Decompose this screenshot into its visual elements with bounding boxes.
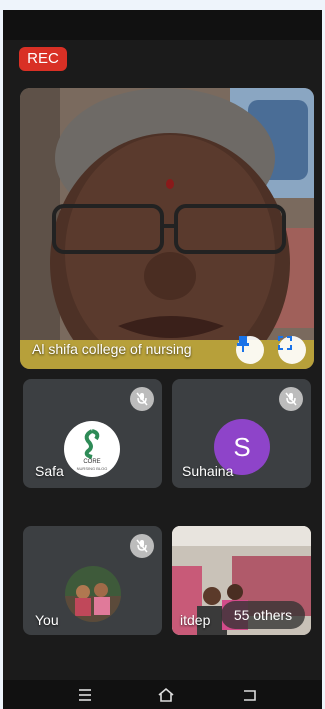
avatar: CORE NURSING BLOG: [64, 421, 120, 477]
main-video-tile[interactable]: Al shifa college of nursing: [20, 88, 314, 369]
participant-tile-safa[interactable]: CORE NURSING BLOG Safa: [23, 379, 162, 488]
recent-apps-icon[interactable]: [76, 686, 94, 704]
home-icon[interactable]: [157, 686, 175, 704]
fullscreen-icon: [278, 336, 292, 350]
back-icon[interactable]: [241, 686, 259, 704]
mute-indicator: [130, 534, 154, 558]
navigation-bar: [3, 680, 322, 709]
main-tile-name: Al shifa college of nursing: [32, 341, 192, 357]
participant-tile-itdep[interactable]: itdep 55 others: [172, 526, 311, 635]
mic-off-icon: [285, 392, 297, 406]
participant-tile-you[interactable]: You: [23, 526, 162, 635]
pin-button[interactable]: [236, 336, 264, 364]
participant-tile-suhaina[interactable]: S Suhaina: [172, 379, 311, 488]
presenter-video: [20, 88, 314, 369]
fullscreen-button[interactable]: [278, 336, 306, 364]
mute-indicator: [130, 387, 154, 411]
avatar-text: CORE: [83, 459, 101, 465]
participant-name: Suhaina: [182, 463, 234, 479]
pin-icon: [237, 336, 249, 352]
participant-name: You: [35, 612, 59, 628]
meeting-screen: REC Al shifa college of nursing CORE NUR…: [3, 10, 322, 709]
mic-off-icon: [136, 539, 148, 553]
mic-off-icon: [136, 392, 148, 406]
participant-name: itdep: [180, 612, 211, 628]
others-count-badge[interactable]: 55 others: [221, 601, 305, 629]
recording-badge: REC: [19, 47, 67, 71]
profile-photo-icon: [65, 566, 121, 622]
avatar-subtext: NURSING BLOG: [76, 466, 108, 471]
status-bar: [3, 10, 322, 40]
avatar: [65, 566, 121, 622]
participant-name: Safa: [35, 463, 64, 479]
mute-indicator: [279, 387, 303, 411]
